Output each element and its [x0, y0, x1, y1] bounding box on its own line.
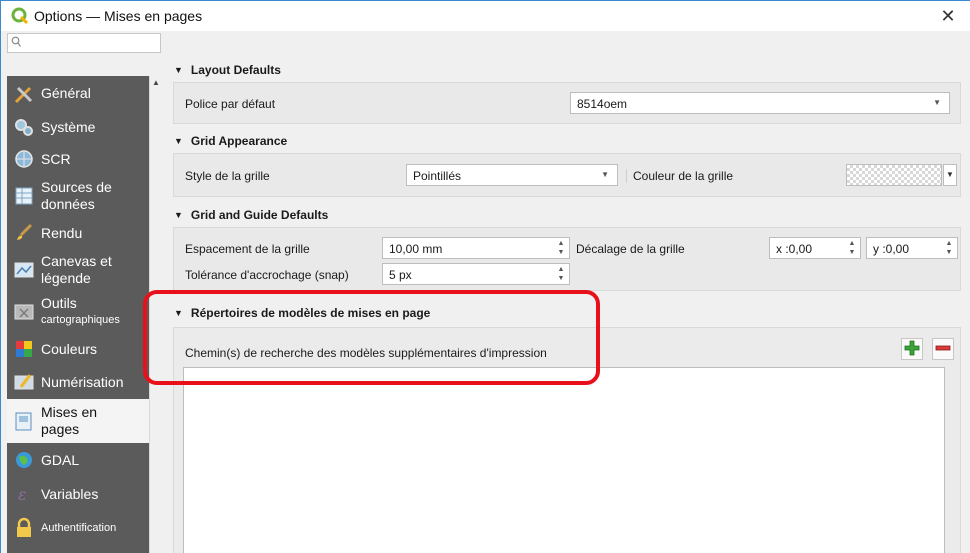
sidebar-item-label: Mises en pages [41, 404, 98, 437]
sidebar-item-general[interactable]: Général [7, 76, 149, 111]
dropdown-arrow-icon: ▼ [601, 170, 609, 179]
sidebar-item-colors[interactable]: Couleurs [7, 333, 149, 365]
grid-style-value: Pointillés [413, 169, 462, 183]
section-title: Grid Appearance [190, 134, 288, 148]
sidebar-item-crs[interactable]: SCR [7, 143, 149, 175]
sidebar-item-label: Variables [41, 485, 99, 502]
snap-tolerance-label: Tolérance d'accrochage (snap) [185, 268, 349, 282]
sidebar-item-map-tools[interactable]: Outils cartographiques [7, 291, 149, 333]
title-bar: Options — Mises en pages ✕ [1, 1, 970, 31]
sidebar-item-rendering[interactable]: Rendu [7, 217, 149, 249]
default-font-label: Police par défaut [185, 97, 276, 111]
add-path-button[interactable] [901, 338, 923, 360]
qgis-logo-icon [11, 7, 29, 25]
template-paths-list[interactable] [183, 367, 945, 553]
layout-icon [13, 410, 35, 432]
snap-tolerance-value: 5 px [389, 268, 412, 282]
sidebar-item-canvas-legend[interactable]: Canevas et légende [7, 249, 149, 291]
minus-icon [935, 340, 951, 359]
sidebar-item-label: Numérisation [41, 373, 124, 390]
collapse-triangle-icon: ▼ [174, 210, 183, 220]
grid-guide-defaults-group: Espacement de la grille 10,00 mm ▲ ▼ Déca… [173, 227, 961, 291]
sidebar-item-digitizing[interactable]: Numérisation [7, 365, 149, 399]
layout-defaults-header[interactable]: ▼ Layout Defaults [174, 63, 281, 77]
sidebar-item-label-group: Outils cartographiques [41, 295, 120, 329]
sidebar-item-system[interactable]: Système [7, 111, 149, 143]
sidebar-item-label: Rendu [41, 224, 83, 241]
sidebar-item-label: Général [41, 85, 91, 101]
grid-style-combo[interactable]: Pointillés ▼ [406, 164, 618, 186]
sidebar-item-sublabel: cartographiques [41, 314, 120, 326]
digitize-icon [13, 371, 35, 393]
window-title: Options — Mises en pages [34, 8, 203, 24]
default-font-combo[interactable]: 8514oem ▼ [570, 92, 950, 114]
section-title: Layout Defaults [190, 63, 281, 77]
snap-tolerance-spinbox[interactable]: 5 px ▲ ▼ [382, 263, 570, 285]
options-dialog: Options — Mises en pages ✕ Général Systè… [0, 0, 970, 553]
layout-defaults-group: Police par défaut 8514oem ▼ [173, 82, 961, 124]
grid-appearance-group: Style de la grille Pointillés ▼ Couleur … [173, 153, 961, 197]
collapse-triangle-icon: ▼ [174, 65, 183, 75]
sidebar: Général Système SCR Sources de données R… [7, 76, 149, 553]
gears-icon [13, 116, 35, 138]
search-icon [11, 36, 21, 51]
spin-arrows-icon[interactable]: ▲ ▼ [846, 239, 858, 257]
collapse-triangle-icon: ▼ [174, 136, 183, 146]
scroll-up-icon[interactable]: ▲ [152, 78, 160, 87]
dropdown-arrow-icon: ▼ [933, 98, 941, 107]
sidebar-item-label: Authentification [41, 521, 117, 534]
spin-arrows-icon[interactable]: ▲ ▼ [555, 239, 567, 257]
sidebar-item-label: Système [41, 118, 96, 135]
sidebar-item-label: Sources de données [41, 179, 112, 212]
grid-color-dropdown[interactable]: ▼ [943, 164, 957, 186]
grid-offset-x-value: x :0,00 [776, 242, 813, 256]
grid-color-label: Couleur de la grille [626, 169, 733, 183]
default-font-value: 8514oem [577, 97, 628, 111]
sidebar-item-label: Couleurs [41, 340, 98, 357]
tools-icon [13, 83, 35, 105]
grid-color-button[interactable] [846, 164, 942, 186]
close-button[interactable]: ✕ [925, 1, 970, 31]
sidebar-item-authentication[interactable]: Authentification [7, 511, 149, 545]
spin-arrows-icon[interactable]: ▲ ▼ [555, 265, 567, 283]
sidebar-item-label: GDAL [41, 451, 80, 468]
grid-spacing-label: Espacement de la grille [185, 242, 310, 256]
lock-icon [13, 517, 35, 539]
svg-text:ε: ε [18, 485, 27, 504]
sidebar-search-input[interactable] [7, 33, 161, 53]
sidebar-item-gdal[interactable]: GDAL [7, 443, 149, 477]
grid-spacing-spinbox[interactable]: 10,00 mm ▲ ▼ [382, 237, 570, 259]
gdal-icon [13, 449, 35, 471]
sidebar-item-variables[interactable]: ε Variables [7, 477, 149, 511]
sidebar-item-label: SCR [41, 150, 71, 167]
highlight-annotation [143, 290, 600, 385]
grid-guide-defaults-header[interactable]: ▼ Grid and Guide Defaults [174, 208, 328, 222]
section-title: Grid and Guide Defaults [190, 208, 329, 222]
grid-style-label: Style de la grille [185, 169, 270, 183]
grid-offset-y-value: y :0,00 [873, 242, 910, 256]
variables-icon: ε [13, 483, 35, 505]
sidebar-item-label: Canevas et légende [41, 253, 112, 286]
sidebar-item-data-sources[interactable]: Sources de données [7, 175, 149, 217]
remove-path-button[interactable] [932, 338, 954, 360]
palette-icon [13, 338, 35, 360]
grid-appearance-header[interactable]: ▼ Grid Appearance [174, 134, 287, 148]
grid-offset-x-spinbox[interactable]: x :0,00 ▲ ▼ [769, 237, 861, 259]
plus-icon [904, 340, 920, 359]
map-canvas-icon [13, 259, 35, 281]
grid-spacing-value: 10,00 mm [389, 242, 443, 256]
grid-offset-label: Décalage de la grille [576, 242, 685, 256]
grid-offset-y-spinbox[interactable]: y :0,00 ▲ ▼ [866, 237, 958, 259]
spin-arrows-icon[interactable]: ▲ ▼ [943, 239, 955, 257]
sidebar-item-layouts[interactable]: Mises en pages [7, 399, 149, 443]
brush-icon [13, 222, 35, 244]
map-tools-icon [13, 301, 35, 323]
sidebar-item-label: Outils [41, 295, 77, 311]
table-icon [13, 185, 35, 207]
globe-icon [13, 148, 35, 170]
